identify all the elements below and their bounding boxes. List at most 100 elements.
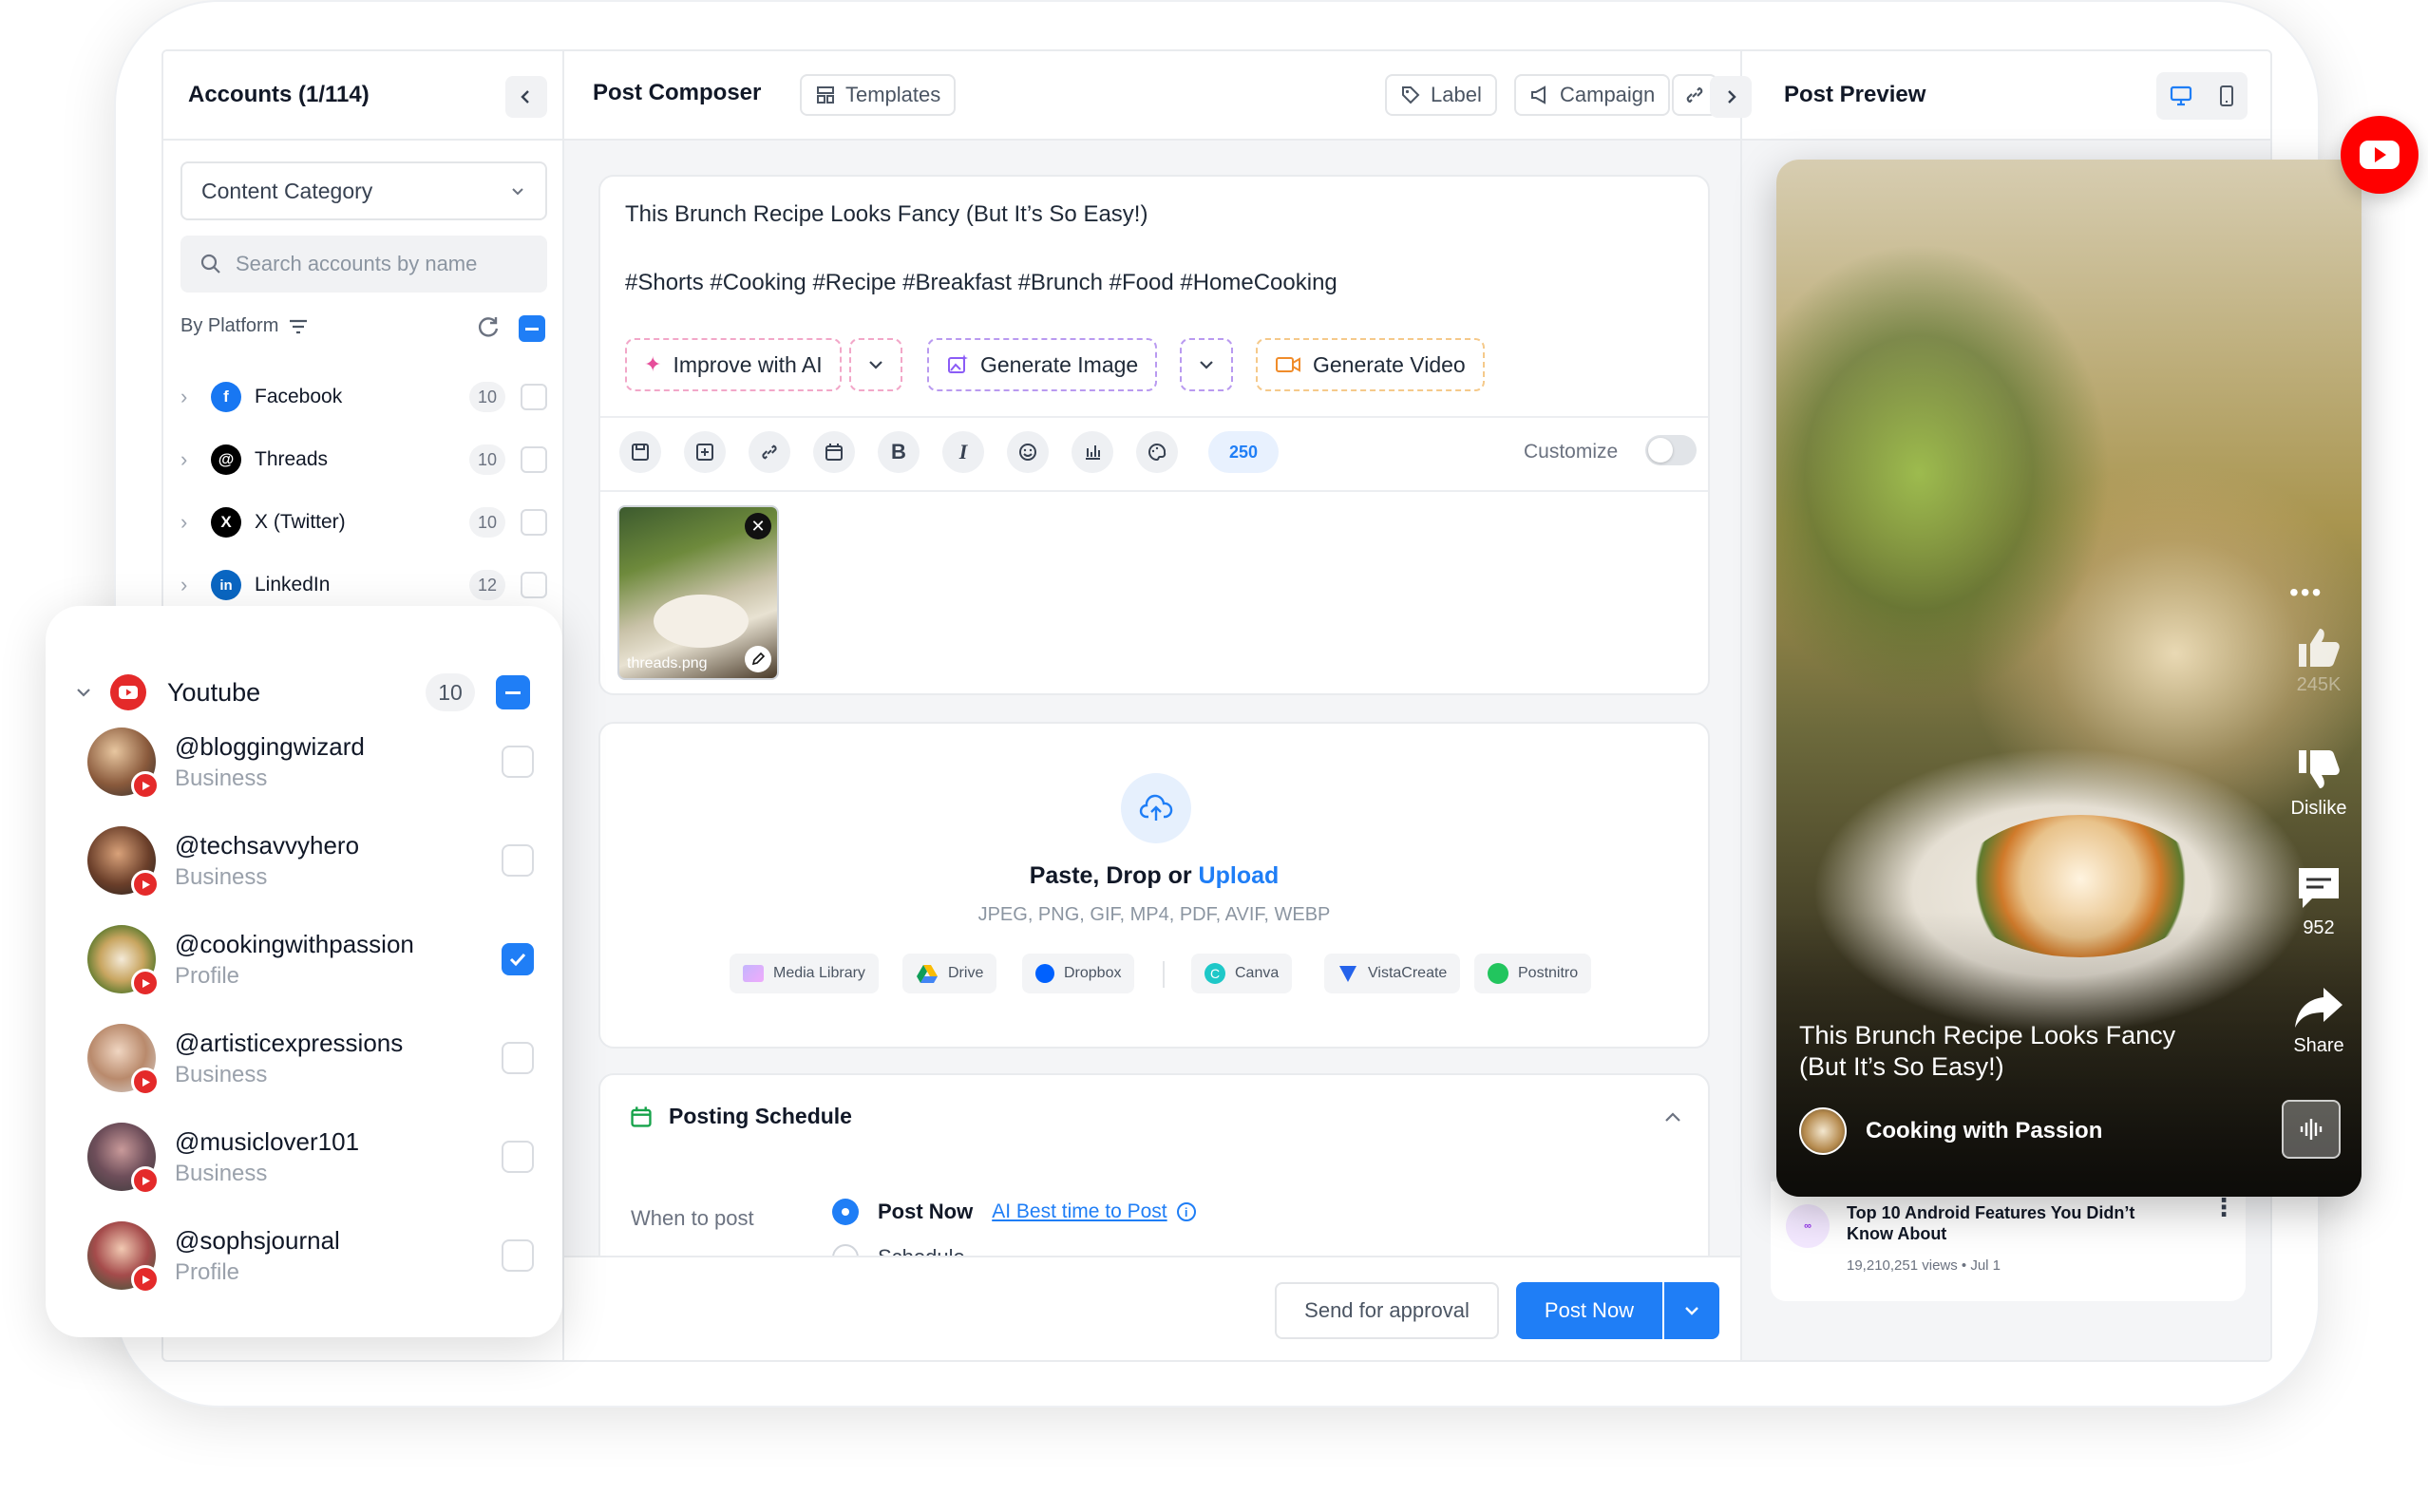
dislike-label: Dislike bbox=[2290, 798, 2347, 819]
device-toggle[interactable] bbox=[2156, 72, 2248, 120]
chevron-down-icon bbox=[1685, 1307, 1698, 1315]
italic-tool[interactable]: I bbox=[942, 431, 984, 473]
account-checkbox[interactable] bbox=[502, 1042, 534, 1074]
account-checkbox[interactable] bbox=[502, 1141, 534, 1173]
palette-icon bbox=[1148, 443, 1167, 462]
account-row[interactable]: @musiclover101 Business bbox=[87, 1119, 534, 1195]
content-category-select[interactable]: Content Category bbox=[180, 161, 547, 220]
search-accounts-input[interactable]: Search accounts by name bbox=[180, 236, 547, 293]
source-label: Drive bbox=[948, 965, 984, 981]
generate-image-dropdown[interactable] bbox=[1180, 338, 1233, 391]
info-icon[interactable]: i bbox=[1176, 1202, 1196, 1221]
save-draft-tool[interactable] bbox=[619, 431, 661, 473]
refresh-icon[interactable] bbox=[475, 313, 502, 345]
palette-tool[interactable] bbox=[1136, 431, 1178, 473]
add-media-tool[interactable] bbox=[684, 431, 726, 473]
chevron-down-icon bbox=[869, 361, 882, 369]
edit-attachment-icon[interactable] bbox=[745, 646, 771, 672]
below-video-info[interactable]: ∞ Top 10 Android Features You Didn’t Kno… bbox=[1771, 1181, 2246, 1301]
select-all-checkbox[interactable] bbox=[519, 315, 545, 342]
generate-image-button[interactable]: Generate Image bbox=[927, 338, 1158, 391]
improve-ai-button[interactable]: ✦ Improve with AI bbox=[625, 338, 842, 391]
post-title-text[interactable]: This Brunch Recipe Looks Fancy (But It’s… bbox=[625, 201, 1148, 228]
templates-button[interactable]: Templates bbox=[800, 74, 957, 116]
account-row[interactable]: @cookingwithpassion Profile bbox=[87, 921, 534, 997]
label-button[interactable]: Label bbox=[1385, 74, 1497, 116]
account-row[interactable]: @techsavvyhero Business bbox=[87, 822, 534, 898]
platform-checkbox[interactable] bbox=[521, 509, 547, 536]
chevron-right-icon: › bbox=[180, 573, 188, 596]
account-row[interactable]: @sophsjournal Profile bbox=[87, 1218, 534, 1294]
youtube-platform-row[interactable]: Youtube 10 bbox=[74, 669, 530, 716]
channel-avatar bbox=[1799, 1107, 1847, 1155]
improve-ai-dropdown[interactable] bbox=[849, 338, 902, 391]
account-checkbox[interactable] bbox=[502, 1239, 534, 1272]
remove-attachment-icon[interactable]: ✕ bbox=[745, 513, 771, 539]
dropbox-source[interactable]: Dropbox bbox=[1022, 954, 1135, 993]
bold-tool[interactable]: B bbox=[878, 431, 920, 473]
vistacreate-icon bbox=[1339, 966, 1356, 982]
platform-row-x[interactable]: › X X (Twitter) 10 bbox=[180, 501, 547, 543]
platform-checkbox[interactable] bbox=[521, 572, 547, 598]
share-action[interactable]: Share bbox=[2276, 986, 2362, 1057]
account-checkbox[interactable] bbox=[502, 746, 534, 778]
source-label: VistaCreate bbox=[1368, 965, 1448, 981]
preview-header: Post Preview bbox=[1710, 51, 2270, 141]
channel-row[interactable]: Cooking with Passion bbox=[1799, 1107, 2102, 1155]
short-video-preview[interactable]: ••• 245K Dislike 952 Share This Brunch R… bbox=[1776, 160, 2362, 1197]
upload-link[interactable]: Upload bbox=[1199, 862, 1280, 889]
below-video-title: Top 10 Android Features You Didn’t Know … bbox=[1847, 1203, 2135, 1243]
account-type: Business bbox=[175, 1061, 268, 1087]
platform-row-facebook[interactable]: › f Facebook 10 bbox=[180, 376, 547, 418]
account-row[interactable]: @bloggingwizard Business bbox=[87, 724, 534, 800]
mobile-icon[interactable] bbox=[2218, 85, 2235, 107]
ai-best-time-link[interactable]: AI Best time to Post bbox=[992, 1200, 1167, 1223]
calendar-tool[interactable] bbox=[813, 431, 855, 473]
canva-source[interactable]: C Canva bbox=[1191, 954, 1293, 993]
audio-icon[interactable] bbox=[2282, 1100, 2341, 1159]
food-plate-shape bbox=[654, 595, 749, 648]
source-label: Dropbox bbox=[1064, 965, 1122, 981]
dropbox-icon bbox=[1035, 964, 1054, 983]
youtube-mini-icon bbox=[131, 969, 160, 997]
comment-action[interactable]: 952 bbox=[2276, 864, 2362, 939]
post-now-button[interactable]: Post Now bbox=[1516, 1282, 1662, 1339]
collapse-schedule-button[interactable] bbox=[1662, 1107, 1683, 1133]
platform-row-linkedin[interactable]: › in LinkedIn 12 bbox=[180, 564, 547, 606]
emoji-tool[interactable] bbox=[1007, 431, 1049, 473]
more-options-icon[interactable]: ⋮ bbox=[2211, 1195, 2236, 1219]
composer-footer: Send for approval Post Now bbox=[564, 1256, 1740, 1360]
by-platform-filter[interactable]: By Platform bbox=[180, 315, 309, 337]
postnitro-source[interactable]: Postnitro bbox=[1474, 954, 1592, 993]
drive-source[interactable]: Drive bbox=[902, 954, 997, 993]
post-hashtags-text[interactable]: #Shorts #Cooking #Recipe #Breakfast #Bru… bbox=[625, 270, 1337, 296]
post-now-option[interactable]: Post Now AI Best time to Post i bbox=[832, 1199, 1196, 1225]
account-checkbox[interactable] bbox=[502, 844, 534, 877]
radio-selected[interactable] bbox=[832, 1199, 859, 1225]
vistacreate-source[interactable]: VistaCreate bbox=[1324, 954, 1461, 993]
desktop-icon[interactable] bbox=[2170, 85, 2192, 106]
attachment-thumbnail[interactable]: ✕ threads.png bbox=[617, 505, 779, 680]
account-row[interactable]: @artisticexpressions Business bbox=[87, 1020, 534, 1096]
composer-panel: Post Composer Templates Label Campaign T… bbox=[564, 51, 1740, 1360]
campaign-button[interactable]: Campaign bbox=[1514, 74, 1671, 116]
like-action[interactable]: 245K bbox=[2276, 625, 2362, 696]
platform-checkbox[interactable] bbox=[521, 384, 547, 410]
generate-image-label: Generate Image bbox=[980, 351, 1139, 377]
customize-toggle[interactable] bbox=[1645, 435, 1697, 465]
dislike-action[interactable]: Dislike bbox=[2276, 748, 2362, 820]
collapse-left-button[interactable] bbox=[505, 76, 547, 118]
poll-tool[interactable] bbox=[1072, 431, 1113, 473]
post-options-dropdown[interactable] bbox=[1664, 1282, 1719, 1339]
more-icon[interactable]: ••• bbox=[2289, 577, 2323, 608]
account-checkbox[interactable] bbox=[502, 943, 534, 975]
platform-row-threads[interactable]: › @ Threads 10 bbox=[180, 439, 547, 481]
youtube-select-checkbox[interactable] bbox=[496, 675, 530, 709]
generate-video-button[interactable]: Generate Video bbox=[1256, 338, 1485, 391]
platform-checkbox[interactable] bbox=[521, 446, 547, 473]
link-tool[interactable] bbox=[749, 431, 790, 473]
send-for-approval-button[interactable]: Send for approval bbox=[1275, 1282, 1499, 1339]
media-library-source[interactable]: Media Library bbox=[730, 954, 879, 993]
collapse-right-button[interactable] bbox=[1710, 76, 1752, 118]
upload-dropzone[interactable]: Paste, Drop or Upload JPEG, PNG, GIF, MP… bbox=[598, 722, 1710, 1049]
